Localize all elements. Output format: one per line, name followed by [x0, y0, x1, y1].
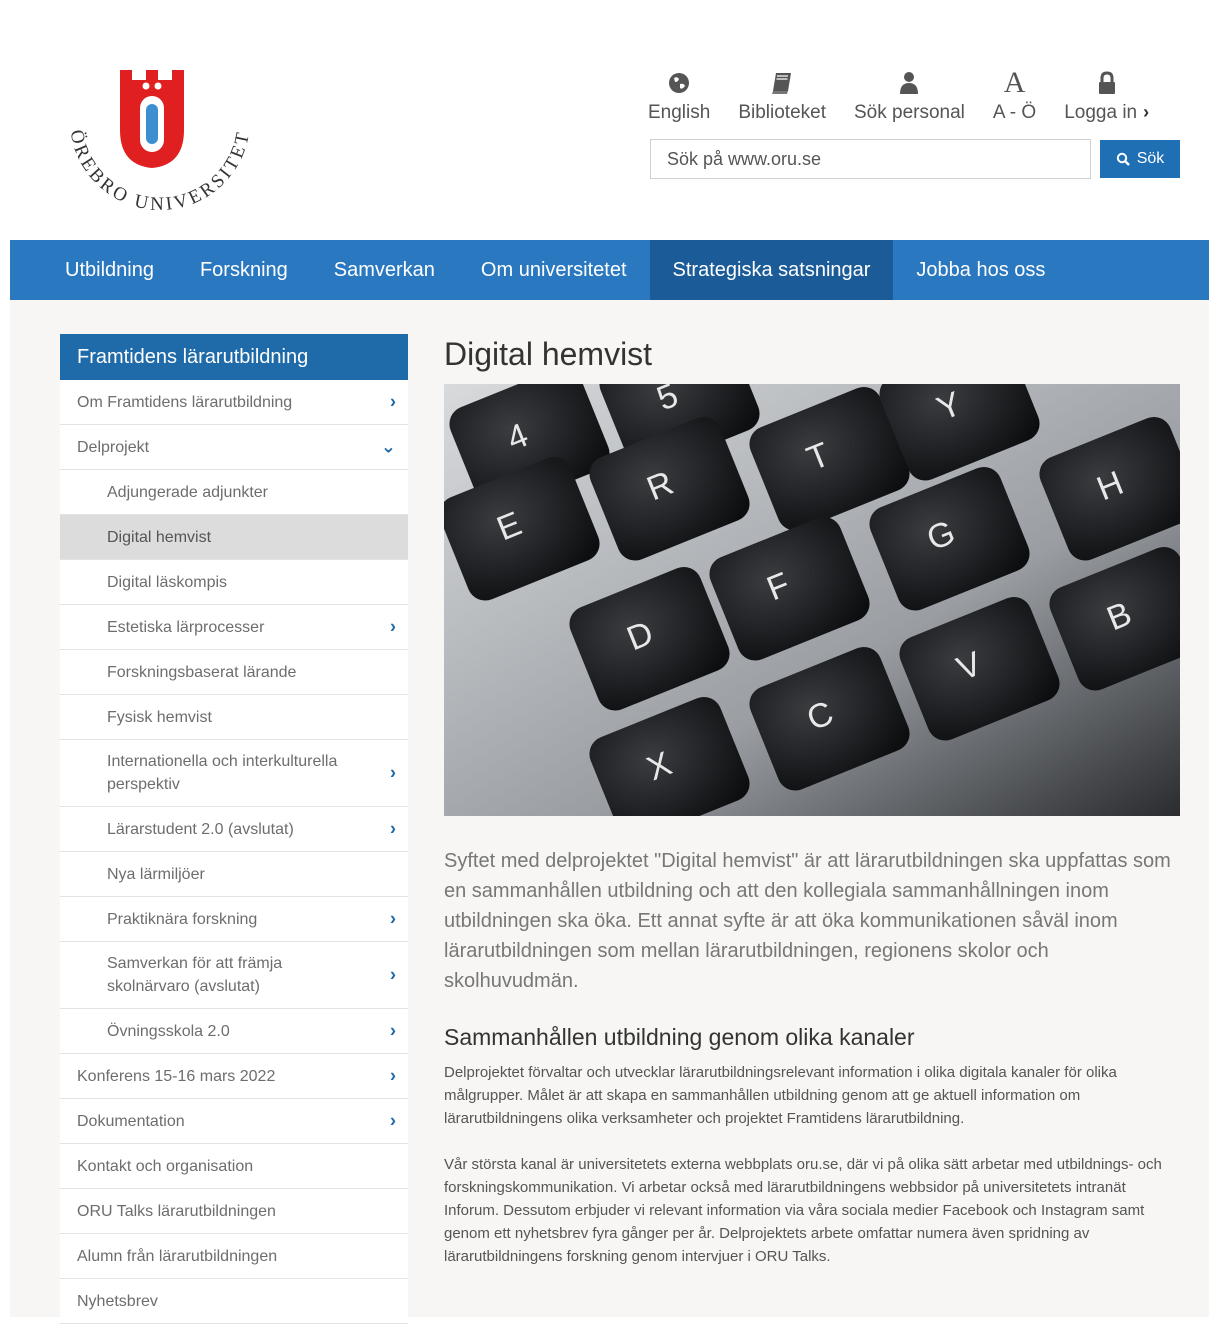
content: Digital hemvist 45TYERGHFDBVCX Syftet me…	[444, 334, 1180, 1268]
sidebar-item[interactable]: ORU Talks lärarutbildningen	[60, 1189, 408, 1234]
sidebar-item-label: Adjungerade adjunkter	[107, 483, 269, 501]
sidebar-item-label: Nya lärmiljöer	[107, 865, 205, 883]
chevron-right-icon[interactable]: ›	[390, 908, 396, 931]
sidebar-item[interactable]: Delprojekt ⌄	[60, 425, 408, 470]
chevron-right-icon[interactable]: ›	[390, 1065, 396, 1088]
search-input[interactable]	[650, 139, 1091, 179]
chevron-right-icon[interactable]: ›	[390, 818, 396, 841]
toplink-label: Sök personal	[854, 102, 965, 123]
sidebar-item[interactable]: Dokumentation ›	[60, 1099, 408, 1144]
body-paragraph: Delprojektet förvaltar och utvecklar lär…	[444, 1064, 1117, 1127]
sidebar-title[interactable]: Framtidens lärarutbildning	[60, 334, 408, 380]
sidebar-item-label: Konferens 15-16 mars 2022	[77, 1067, 276, 1085]
sidebar-item-label: Samverkan för att främja skolnärvaro (av…	[107, 955, 283, 995]
sidebar-item-label: Praktiknära forskning	[107, 910, 258, 928]
toplink-login[interactable]: Logga in ›	[1064, 68, 1149, 124]
toplink-label: Logga in ›	[1064, 102, 1150, 123]
toplink-label: A - Ö	[992, 102, 1037, 123]
body-paragraph: Vår största kanal är universitetets exte…	[444, 1156, 1162, 1265]
a-letter-icon: A	[1003, 66, 1026, 99]
sidebar-item[interactable]: Forskningsbaserat lärande	[60, 650, 408, 695]
sidebar-item-label: Övningsskola 2.0	[107, 1022, 230, 1040]
keyboard-image: 45TYERGHFD BVCX	[444, 384, 1180, 816]
sidebar-list: Om Framtidens lärarutbildning › Delprojekt…	[60, 380, 408, 1324]
university-logo[interactable]: ÖREBRO UNIVERSITET	[50, 60, 270, 220]
sidebar-item[interactable]: Digital läskompis	[60, 560, 408, 605]
search-button[interactable]: Sök	[1100, 140, 1180, 178]
sidebar-item-label: Delprojekt	[77, 438, 150, 456]
sidebar-item[interactable]: Adjungerade adjunkter	[60, 470, 408, 515]
chevron-right-icon[interactable]: ›	[390, 762, 396, 785]
utility-links: English Biblioteket Sök personal A A - Ö…	[648, 68, 1177, 124]
main-navigation: Utbildning Forskning Samverkan Om universit…	[10, 240, 1209, 300]
person-icon	[900, 72, 919, 94]
search-button-label: Sök	[1136, 150, 1165, 167]
section-heading: Sammanhållen utbildning genom olika kana…	[444, 1024, 915, 1050]
sidebar-item[interactable]: Nyhetsbrev	[60, 1279, 408, 1324]
chevron-right-icon[interactable]: ›	[390, 964, 396, 987]
toplink-a-to-o[interactable]: A A - Ö	[993, 68, 1036, 124]
sidebar-item[interactable]: Samverkan för att främja skolnärvaro (av…	[60, 942, 408, 1009]
sidebar-item[interactable]: Praktiknära forskning ›	[60, 897, 408, 942]
lock-icon	[1098, 71, 1115, 94]
sidebar-item-label: Internationella och interkulturella pers…	[107, 753, 338, 793]
nav-item[interactable]: Utbildning	[10, 240, 177, 300]
toplink-staff-search[interactable]: Sök personal	[854, 68, 965, 124]
sidebar-item-label: Estetiska lärprocesser	[107, 618, 265, 636]
chevron-right-icon[interactable]: ›	[390, 1110, 396, 1133]
toplink-label: English	[648, 102, 711, 123]
chevron-right-icon[interactable]: ›	[390, 616, 396, 639]
sidebar: Framtidens lärarutbildning Om Framtidens…	[60, 334, 408, 1324]
chevron-down-icon[interactable]: ⌄	[381, 436, 396, 459]
book-icon	[772, 73, 792, 94]
sidebar-item-label: Digital läskompis	[107, 573, 228, 591]
sidebar-item[interactable]: Om Framtidens lärarutbildning ›	[60, 380, 408, 425]
nav-item[interactable]: Samverkan	[311, 240, 458, 300]
sidebar-item[interactable]: Lärarstudent 2.0 (avslutat) ›	[60, 807, 408, 852]
sidebar-item-label: Lärarstudent 2.0 (avslutat)	[107, 820, 294, 838]
sidebar-item-label: Fysisk hemvist	[107, 708, 212, 726]
sidebar-item[interactable]: Konferens 15-16 mars 2022 ›	[60, 1054, 408, 1099]
sidebar-item-label: Alumn från lärarutbildningen	[77, 1247, 278, 1265]
site-header: ÖREBRO UNIVERSITET English Biblioteket S…	[0, 0, 1209, 240]
page-title: Digital hemvist	[444, 336, 653, 372]
sidebar-item[interactable]: Internationella och interkulturella pers…	[60, 740, 408, 807]
sidebar-item[interactable]: Nya lärmiljöer	[60, 852, 408, 897]
globe-icon	[669, 73, 690, 93]
chevron-right-icon[interactable]: ›	[390, 1020, 396, 1043]
sidebar-item[interactable]: Kontakt och organisation	[60, 1144, 408, 1189]
sidebar-item-label: Dokumentation	[77, 1112, 185, 1130]
sidebar-item-label: Digital hemvist	[107, 528, 212, 546]
site-search: Sök	[650, 139, 1180, 179]
toplink-english[interactable]: English	[648, 68, 710, 124]
toplink-label: Biblioteket	[738, 102, 826, 123]
nav-item[interactable]: Forskning	[177, 240, 311, 300]
sidebar-item[interactable]: Alumn från lärarutbildningen	[60, 1234, 408, 1279]
toplink-library[interactable]: Biblioteket	[738, 68, 826, 124]
chevron-right-icon[interactable]: ›	[390, 391, 396, 414]
sidebar-item[interactable]: Övningsskola 2.0 ›	[60, 1009, 408, 1054]
nav-item[interactable]: Om universitetet	[458, 240, 650, 300]
sidebar-item-label: Kontakt och organisation	[77, 1157, 254, 1175]
sidebar-item[interactable]: Estetiska lärprocesser ›	[60, 605, 408, 650]
sidebar-item[interactable]: Fysisk hemvist	[60, 695, 408, 740]
chevron-right-icon: ›	[1143, 102, 1150, 122]
sidebar-item-label: ORU Talks lärarutbildningen	[77, 1202, 276, 1220]
nav-item[interactable]: Jobba hos oss	[893, 240, 1068, 300]
nav-item[interactable]: Strategiska satsningar	[649, 240, 894, 300]
search-icon	[1116, 152, 1130, 166]
main-area: Framtidens lärarutbildning Om Framtidens…	[10, 300, 1209, 1324]
sidebar-item-label: Forskningsbaserat lärande	[107, 663, 297, 681]
sidebar-item-label: Om Framtidens lärarutbildning	[77, 393, 293, 411]
lead-paragraph: Syftet med delprojektet "Digital hemvist…	[444, 850, 1171, 992]
sidebar-item-label: Nyhetsbrev	[77, 1292, 158, 1310]
sidebar-item[interactable]: Digital hemvist	[60, 515, 408, 560]
